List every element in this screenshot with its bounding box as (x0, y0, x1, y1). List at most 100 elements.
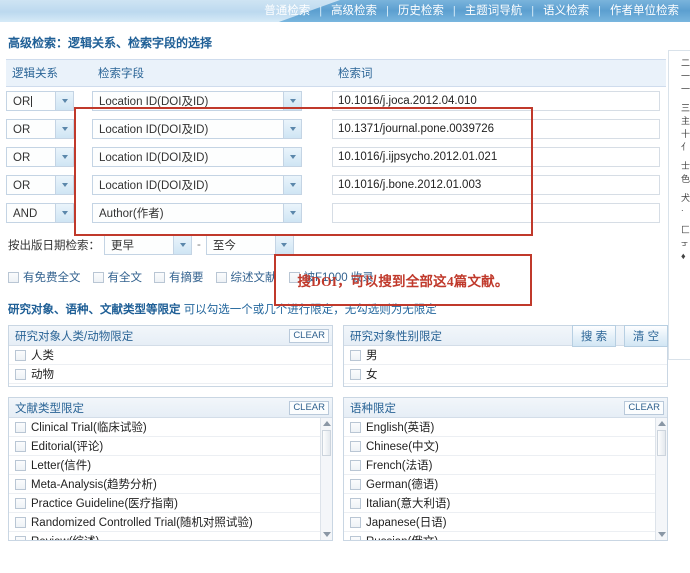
nav-item-advanced-search[interactable]: 高级检索 (322, 0, 386, 22)
scroll-down-arrow-icon[interactable] (658, 532, 666, 537)
chevron-down-icon[interactable] (283, 148, 301, 166)
checkbox-icon[interactable] (350, 535, 361, 540)
checkbox-icon[interactable] (350, 368, 361, 380)
field-select-3[interactable]: Location ID(DOI及ID) (92, 147, 302, 167)
chevron-down-icon[interactable] (55, 92, 73, 110)
option-russian[interactable]: Russian(俄文) (344, 532, 667, 540)
clear-button-species[interactable]: CLEAR (289, 328, 329, 343)
option-french[interactable]: French(法语) (344, 456, 667, 475)
scroll-down-arrow-icon[interactable] (323, 532, 331, 537)
field-select-5[interactable]: Author(作者) (92, 203, 302, 223)
checkbox-fulltext[interactable]: 有全文 (92, 269, 142, 285)
scroll-up-arrow-icon[interactable] (658, 421, 666, 426)
search-button[interactable]: 搜 索 (572, 325, 616, 347)
nav-item-common-search[interactable]: 普通检索 (255, 0, 319, 22)
option-letter[interactable]: Letter(信件) (9, 456, 332, 475)
option-practice-guideline[interactable]: Practice Guideline(医疗指南) (9, 494, 332, 513)
checkbox-icon[interactable] (350, 497, 361, 509)
checkbox-icon[interactable] (350, 349, 361, 361)
option-human[interactable]: 人类 (9, 346, 332, 365)
nav-item-mesh-navigation[interactable]: 主题词导航 (456, 0, 532, 22)
keyword-input-4[interactable] (332, 175, 660, 195)
logic-select-1[interactable]: OR (6, 91, 74, 111)
option-italian[interactable]: Italian(意大利语) (344, 494, 667, 513)
logic-select-3[interactable]: OR (6, 147, 74, 167)
checkbox-abstract[interactable]: 有摘要 (154, 269, 204, 285)
field-select-2[interactable]: Location ID(DOI及ID) (92, 119, 302, 139)
option-japanese[interactable]: Japanese(日语) (344, 513, 667, 532)
checkbox-icon[interactable] (15, 368, 26, 380)
checkbox-icon[interactable] (288, 271, 300, 283)
chevron-down-icon[interactable] (283, 92, 301, 110)
list-item[interactable]: 三 主 十 亻 (681, 102, 690, 154)
list-item[interactable]: 士 色 (681, 160, 690, 186)
checkbox-free-fulltext[interactable]: 有免费全文 (8, 269, 81, 285)
checkbox-icon[interactable] (15, 497, 26, 509)
chevron-down-icon[interactable] (55, 176, 73, 194)
checkbox-icon[interactable] (15, 535, 26, 540)
scrollbar-thumb[interactable] (322, 430, 331, 456)
checkbox-icon[interactable] (8, 271, 19, 283)
option-animal[interactable]: 动物 (9, 365, 332, 384)
field-select-1[interactable]: Location ID(DOI及ID) (92, 91, 302, 111)
date-from-select[interactable]: 更早 (104, 235, 192, 255)
checkbox-icon[interactable] (15, 349, 26, 361)
logic-select-4[interactable]: OR (6, 175, 74, 195)
option-german[interactable]: German(德语) (344, 475, 667, 494)
chevron-down-icon[interactable] (274, 236, 293, 254)
chevron-down-icon[interactable] (55, 120, 73, 138)
logic-select-2[interactable]: OR (6, 119, 74, 139)
checkbox-icon[interactable] (15, 421, 26, 433)
keyword-input-2[interactable] (332, 119, 660, 139)
date-to-select[interactable]: 至今 (205, 235, 294, 255)
option-randomized-controlled-trial[interactable]: Randomized Controlled Trial(随机对照试验) (9, 513, 332, 532)
checkbox-icon[interactable] (15, 478, 26, 490)
checkbox-icon[interactable] (350, 478, 361, 490)
checkbox-icon[interactable] (154, 271, 165, 283)
nav-item-semantic-search[interactable]: 语义检索 (534, 0, 598, 22)
chevron-down-icon[interactable] (283, 204, 301, 222)
option-male[interactable]: 男 (344, 346, 667, 365)
checkbox-f1000[interactable]: 被F1000 收录 (288, 269, 374, 285)
keyword-input-1[interactable] (332, 91, 660, 111)
clear-button[interactable]: 清 空 (624, 325, 668, 347)
option-editorial[interactable]: Editorial(评论) (9, 437, 332, 456)
top-navigation[interactable]: 普通检索 | 高级检索 | 历史检索 | 主题词导航 | 语义检索 | 作者单位… (255, 0, 688, 22)
scrollbar-language[interactable] (655, 418, 667, 540)
list-item[interactable]: 二 一 一 (681, 57, 690, 96)
list-item[interactable]: 匚 ᠴ ♦ (681, 224, 690, 263)
chevron-down-icon[interactable] (283, 120, 301, 138)
option-english[interactable]: English(英语) (344, 418, 667, 437)
checkbox-icon[interactable] (350, 459, 361, 471)
scrollbar-thumb[interactable] (657, 430, 666, 456)
checkbox-icon[interactable] (92, 271, 104, 283)
chevron-down-icon[interactable] (173, 236, 191, 254)
checkbox-icon[interactable] (15, 440, 26, 452)
checkbox-icon[interactable] (215, 271, 227, 283)
list-item[interactable]: 犬 ᐧ (681, 192, 690, 218)
keyword-input-3[interactable] (332, 147, 660, 167)
option-clinical-trial[interactable]: Clinical Trial(临床试验) (9, 418, 332, 437)
chevron-down-icon[interactable] (55, 204, 73, 222)
chevron-down-icon[interactable] (283, 176, 301, 194)
option-meta-analysis[interactable]: Meta-Analysis(趋势分析) (9, 475, 332, 494)
logic-select-5[interactable]: AND (6, 203, 74, 223)
checkbox-icon[interactable] (350, 440, 361, 452)
nav-item-history-search[interactable]: 历史检索 (389, 0, 453, 22)
checkbox-icon[interactable] (350, 421, 361, 433)
checkbox-icon[interactable] (350, 516, 361, 528)
clear-button-language[interactable]: CLEAR (624, 400, 664, 415)
scroll-up-arrow-icon[interactable] (323, 421, 331, 426)
option-review[interactable]: Review(综述) (9, 532, 332, 540)
scrollbar-document-type[interactable] (320, 418, 332, 540)
nav-item-author-affiliation-search[interactable]: 作者单位检索 (601, 0, 688, 22)
keyword-input-5[interactable] (332, 203, 660, 223)
checkbox-review[interactable]: 综述文献 (215, 269, 277, 285)
option-female[interactable]: 女 (344, 365, 667, 384)
field-select-4[interactable]: Location ID(DOI及ID) (92, 175, 302, 195)
checkbox-icon[interactable] (15, 516, 26, 528)
chevron-down-icon[interactable] (55, 148, 73, 166)
clear-button-document-type[interactable]: CLEAR (289, 400, 329, 415)
option-chinese[interactable]: Chinese(中文) (344, 437, 667, 456)
checkbox-icon[interactable] (15, 459, 26, 471)
